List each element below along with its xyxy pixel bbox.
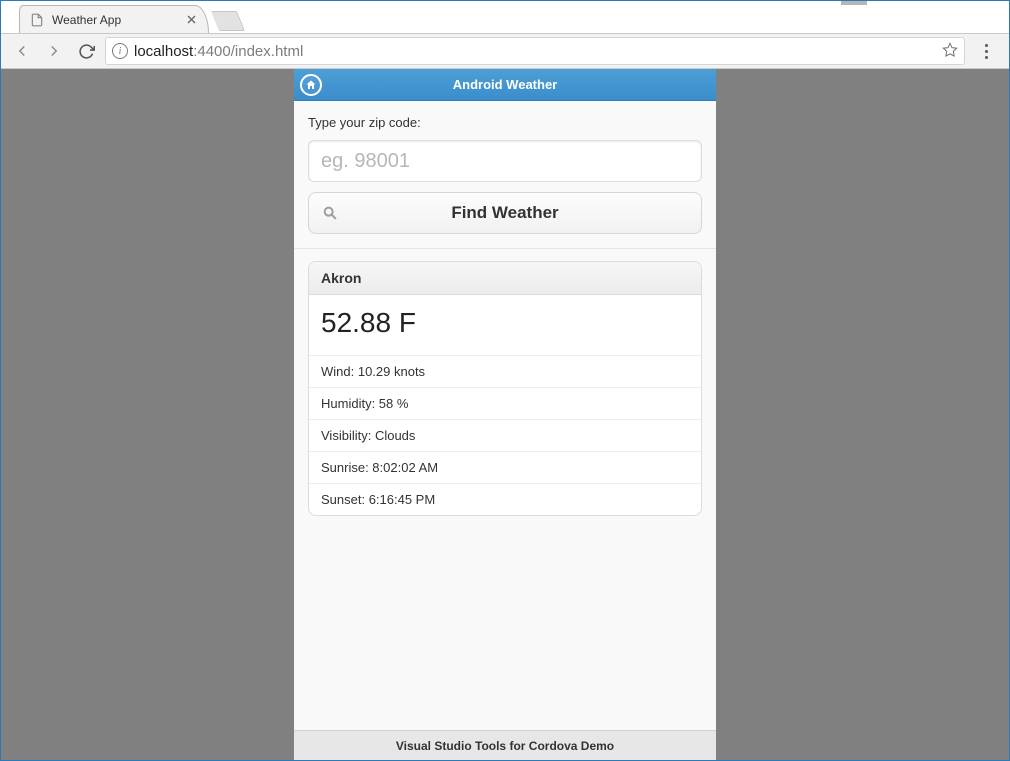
new-tab-button[interactable] [211,11,245,31]
result-temperature: 52.88 F [309,295,701,356]
result-wind: Wind: 10.29 knots [309,356,701,388]
app-footer: Visual Studio Tools for Cordova Demo [294,730,716,760]
app-header: Android Weather [294,69,716,101]
browser-tab[interactable]: Weather App [19,5,209,33]
tab-title: Weather App [52,13,121,27]
result-visibility: Visibility: Clouds [309,420,701,452]
back-button[interactable] [9,38,35,64]
app-frame: Android Weather Type your zip code: Find… [294,69,716,760]
result-sunset: Sunset: 6:16:45 PM [309,484,701,515]
home-button[interactable] [300,74,322,96]
tab-strip: Weather App [1,5,1009,33]
url-port: :4400 [193,43,231,60]
reload-button[interactable] [73,38,99,64]
browser-menu-button[interactable] [971,44,1001,59]
result-card: Akron 52.88 F Wind: 10.29 knots Humidity… [308,261,702,516]
forward-button[interactable] [41,38,67,64]
url-path: /index.html [231,43,304,60]
address-bar[interactable]: i localhost:4400/index.html [105,37,965,65]
site-info-icon[interactable]: i [112,43,128,59]
page-viewport: Android Weather Type your zip code: Find… [1,69,1009,760]
zip-input[interactable] [308,140,702,182]
result-humidity: Humidity: 58 % [309,388,701,420]
result-sunrise: Sunrise: 8:02:02 AM [309,452,701,484]
close-tab-icon[interactable] [184,13,198,27]
find-weather-label: Find Weather [451,203,558,223]
search-section: Type your zip code: Find Weather [294,101,716,249]
find-weather-button[interactable]: Find Weather [308,192,702,234]
result-city: Akron [309,262,701,295]
app-title: Android Weather [294,77,716,92]
file-icon [30,13,44,27]
browser-toolbar: i localhost:4400/index.html [1,33,1009,69]
search-icon [321,204,339,222]
bookmark-star-icon[interactable] [942,42,958,61]
zip-label: Type your zip code: [308,115,702,130]
url-host: localhost [134,43,193,60]
